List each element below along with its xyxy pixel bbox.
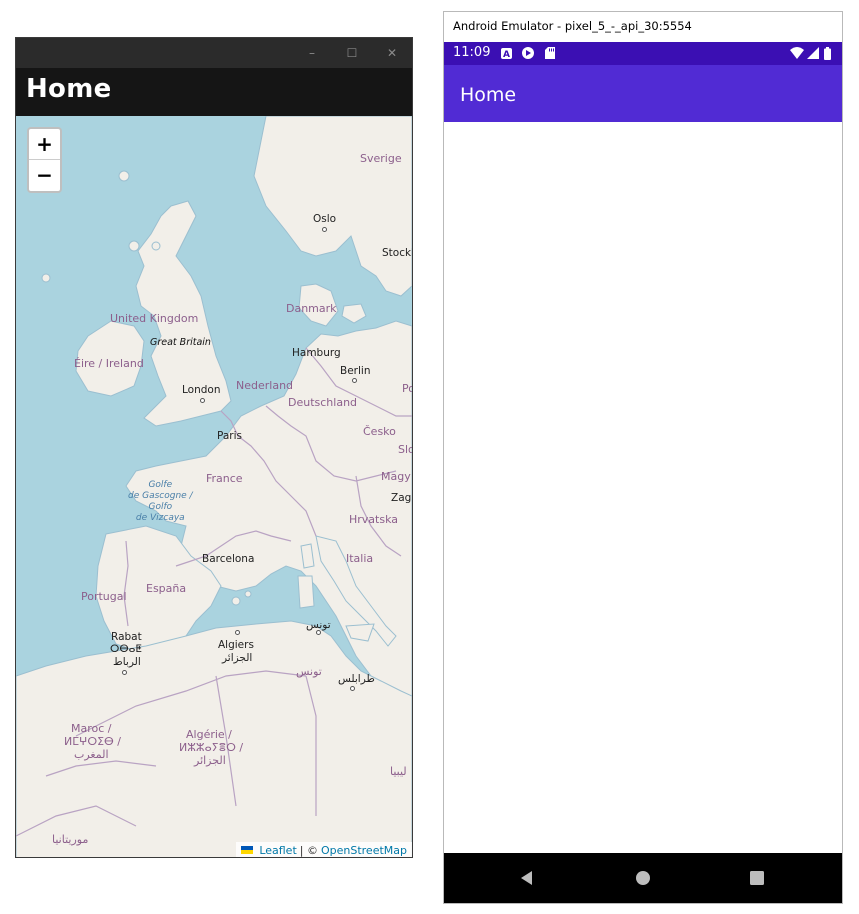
label-rabat-arabic: الرباط: [113, 656, 141, 668]
leaflet-link[interactable]: Leaflet: [259, 844, 296, 857]
attribution-separator: | ©: [299, 843, 318, 857]
map-attribution: Leaflet | © OpenStreetMap: [236, 842, 412, 857]
city-dot: [200, 398, 205, 403]
label-golfe: Golfe de Gascogne / Golfo de Vizcaya: [128, 480, 193, 523]
label-libya: ليبيا: [390, 765, 407, 778]
label-algerie-arabic: الجزائر: [194, 754, 226, 767]
label-algerie-tifinagh: ⵍⵣⵣⴰⵢⴻⵔ /: [179, 741, 244, 754]
label-great-britain: Great Britain: [150, 337, 211, 348]
status-clock: 11:09: [453, 45, 491, 60]
minimize-button[interactable]: –: [292, 38, 332, 68]
city-dot: [352, 378, 357, 383]
notification-a-icon: A: [501, 47, 512, 59]
label-nederland: Nederland: [236, 379, 294, 392]
label-sverige: Sverige: [360, 152, 402, 165]
city-dot: [350, 686, 355, 691]
label-cesko: Česko: [363, 425, 396, 438]
city-dot: [316, 630, 321, 635]
label-zagreb: Zagr: [391, 492, 412, 504]
zoom-in-button[interactable]: +: [29, 129, 60, 160]
label-france: France: [206, 472, 243, 485]
map-view[interactable]: Sverige Oslo Stockh Danmark United Kingd…: [16, 116, 412, 857]
recents-icon: [750, 871, 764, 885]
label-portugal: Portugal: [81, 590, 127, 603]
label-paris: Paris: [217, 430, 242, 442]
label-london: London: [182, 384, 221, 396]
zoom-out-button[interactable]: −: [29, 160, 60, 190]
back-button[interactable]: [507, 853, 547, 903]
label-algiers: Algiers: [218, 639, 254, 651]
label-maroc: Maroc /: [71, 722, 112, 735]
home-icon: [636, 871, 650, 885]
app-bar: Home: [444, 65, 842, 122]
label-tunisia: تونس: [296, 665, 322, 678]
label-tripoli: طرابلس: [338, 673, 375, 685]
label-slo: Slo: [398, 443, 412, 456]
close-button[interactable]: ✕: [372, 38, 412, 68]
sd-card-icon: [545, 47, 555, 59]
emulator-titlebar[interactable]: Android Emulator - pixel_5_-_api_30:5554: [444, 12, 842, 42]
app-content[interactable]: [444, 122, 842, 855]
label-rabat-tifinagh: ⵔⴱⴰⵟ: [110, 643, 142, 655]
openstreetmap-link[interactable]: OpenStreetMap: [321, 844, 407, 857]
label-stockholm: Stockh: [382, 247, 412, 259]
zoom-control: + −: [27, 127, 62, 193]
label-polska: Po: [402, 382, 412, 395]
navigation-bar: [444, 853, 842, 903]
maximize-button[interactable]: ☐: [332, 38, 372, 68]
label-algerie: Algérie /: [186, 728, 232, 741]
label-hrvatska: Hrvatska: [349, 513, 399, 526]
window-titlebar[interactable]: – ☐ ✕: [16, 38, 412, 68]
notification-play-icon: [522, 47, 534, 59]
desktop-window: – ☐ ✕ Home Sverige Oslo Stock Danmark Un…: [15, 37, 413, 858]
label-berlin: Berlin: [340, 365, 371, 377]
label-united-kingdom: United Kingdom: [110, 312, 199, 325]
emulator-title: Android Emulator - pixel_5_-_api_30:5554: [453, 19, 692, 33]
app-bar-title: Home: [460, 84, 517, 106]
label-algiers-arabic: الجزائر: [222, 652, 253, 664]
label-espana: España: [146, 582, 187, 595]
svg-text:A: A: [503, 50, 510, 59]
home-button[interactable]: [623, 853, 663, 903]
label-eire: Éire / Ireland: [74, 357, 144, 370]
label-maroc-tifinagh: ⵍⵎⵖⵔⵉⴱ /: [64, 735, 122, 748]
label-italia: Italia: [346, 552, 374, 565]
ukraine-flag-icon: [241, 846, 254, 854]
label-maroc-arabic: المغرب: [74, 748, 109, 761]
label-mauritania: موريتانيا: [52, 833, 89, 846]
status-bar: 11:09 A: [444, 42, 842, 65]
label-barcelona: Barcelona: [202, 553, 255, 565]
page-title: Home: [26, 74, 112, 104]
label-deutschland: Deutschland: [288, 396, 358, 409]
recents-button[interactable]: [737, 853, 777, 903]
label-rabat: Rabat: [111, 631, 142, 643]
label-danmark: Danmark: [286, 302, 337, 315]
wifi-icon: [790, 47, 804, 59]
label-oslo: Oslo: [313, 213, 337, 225]
android-emulator-window: Android Emulator - pixel_5_-_api_30:5554…: [443, 11, 843, 904]
city-dot: [235, 630, 240, 635]
label-magyar: Magy: [381, 470, 411, 483]
city-dot: [322, 227, 327, 232]
battery-icon: [824, 46, 831, 60]
city-dot: [122, 670, 127, 675]
back-icon: [521, 871, 532, 885]
page-header: Home: [16, 68, 412, 116]
label-hamburg: Hamburg: [292, 347, 341, 359]
cell-signal-icon: [807, 47, 819, 59]
